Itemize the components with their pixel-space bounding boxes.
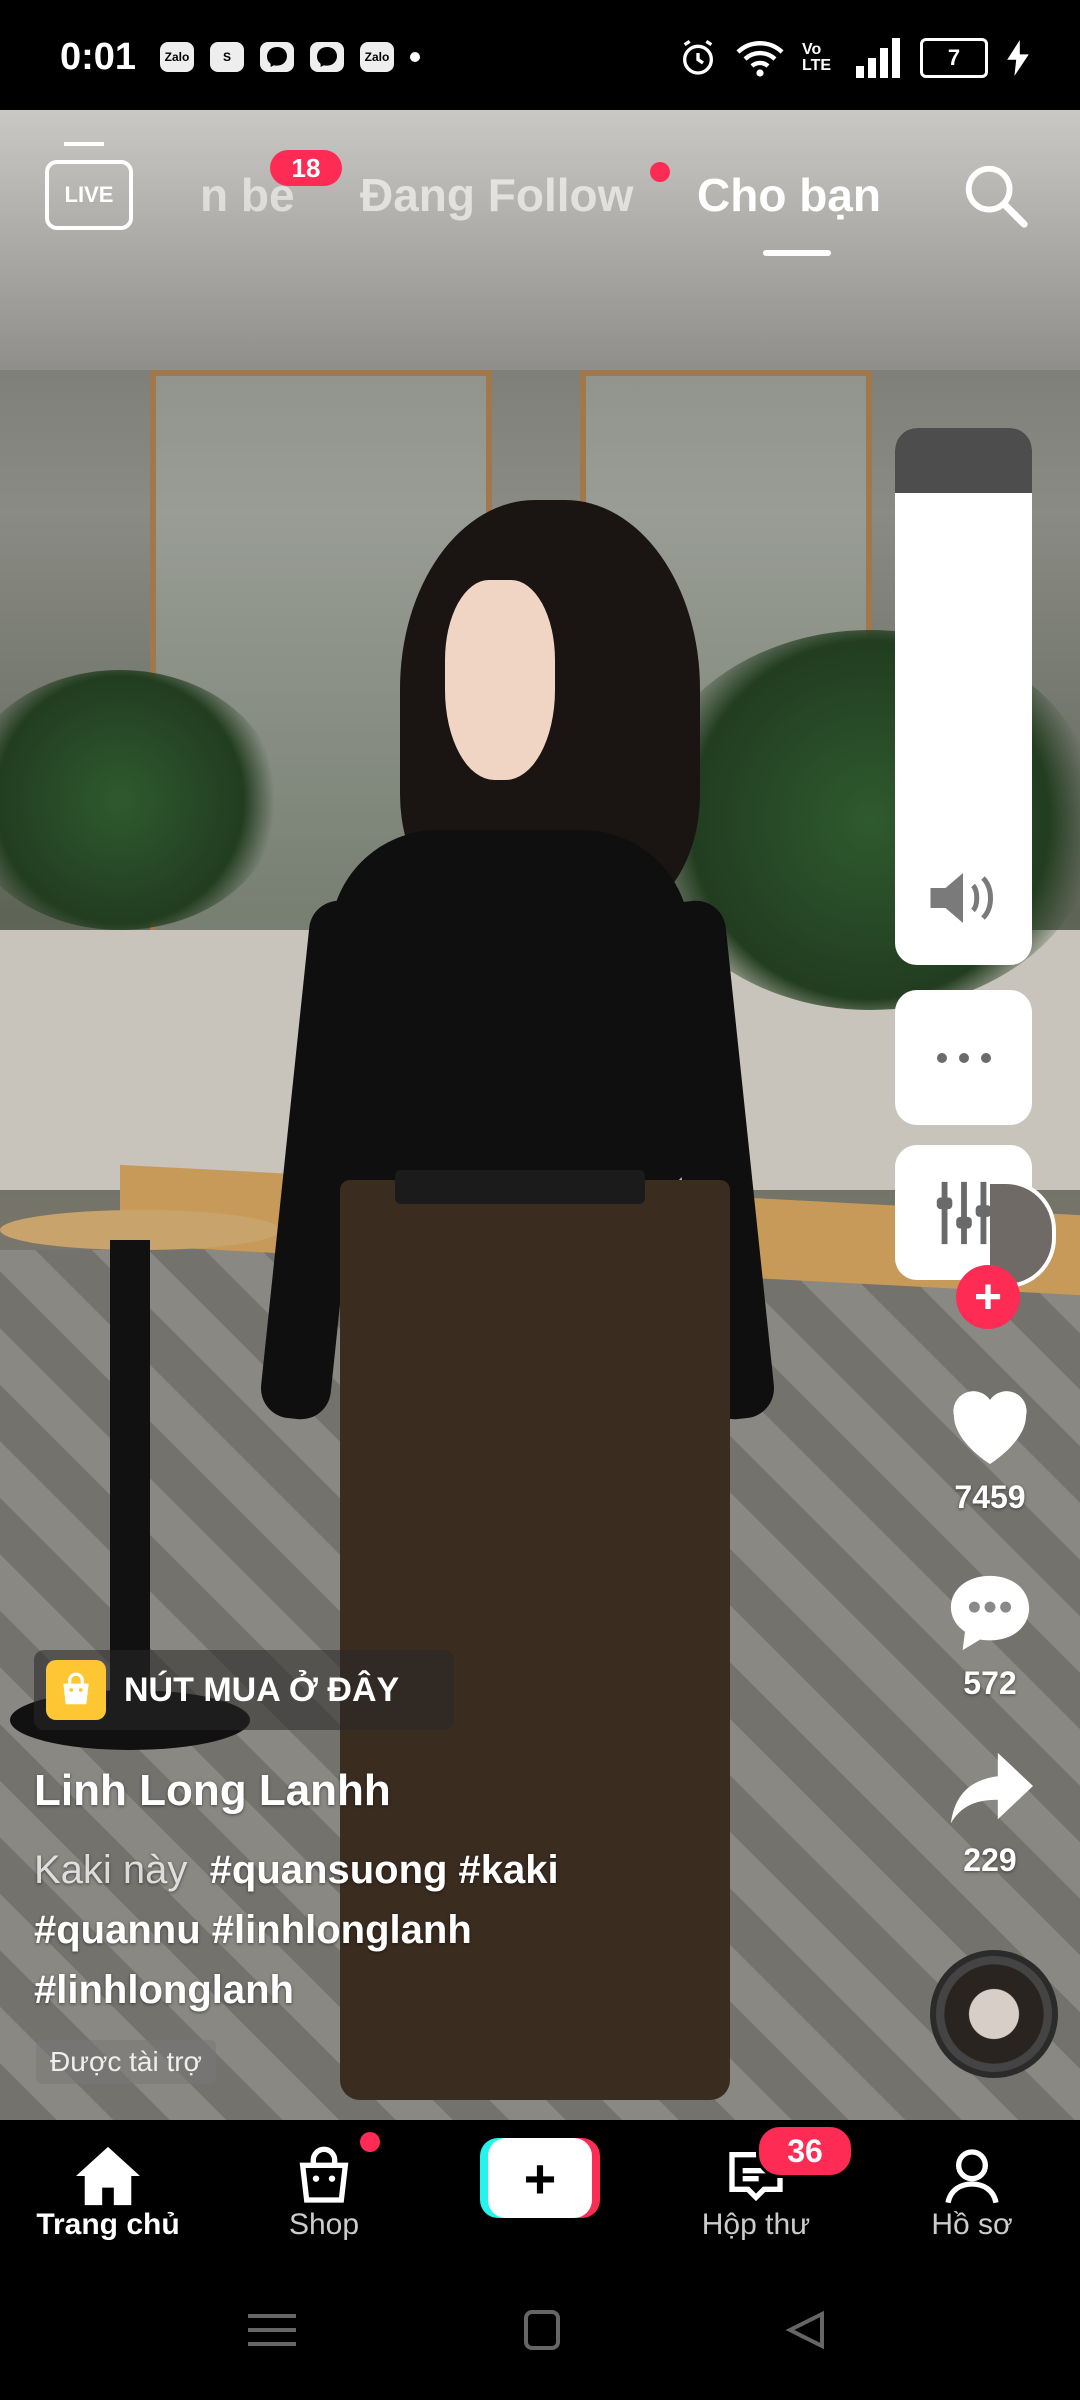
nav-shop[interactable]: Shop: [224, 2140, 424, 2242]
hashtags-line-3[interactable]: #linhlonglanh: [34, 1968, 294, 2012]
messenger-icon: [310, 42, 344, 72]
video-subject: [330, 830, 690, 1190]
volume-icon: [930, 873, 993, 923]
wifi-icon: [736, 41, 784, 77]
alarm-icon: [683, 39, 713, 75]
heart-icon: [953, 1391, 1027, 1464]
status-app-icons: Zalo S Zalo: [160, 42, 420, 72]
sponsored-label: Được tài trợ: [36, 2040, 216, 2084]
nav-profile-label: Hồ sơ: [931, 2208, 1013, 2241]
like-count: 7459: [954, 1479, 1026, 1515]
video-subject: [395, 1170, 645, 1204]
top-nav: LIVE n bè 18 Đang Follow Cho bạn: [0, 142, 1080, 260]
following-dot: [650, 162, 670, 182]
tab-for-you[interactable]: Cho bạn: [697, 168, 881, 222]
signal-icon: [856, 38, 900, 78]
share-count: 229: [963, 1842, 1017, 1878]
inbox-badge: 36: [756, 2124, 854, 2178]
comment-action[interactable]: 572: [930, 1568, 1050, 1702]
more-icon: [936, 1052, 991, 1063]
home-icon: [76, 2146, 140, 2206]
nav-inbox-label: Hộp thư: [701, 2208, 811, 2241]
post-caption[interactable]: Kaki này #quansuong #kaki #quannu #linhl…: [34, 1840, 654, 2020]
nav-shop-label: Shop: [288, 2208, 360, 2241]
system-nav-bar: [0, 2260, 1080, 2400]
charging-icon: [1007, 40, 1029, 76]
shopee-icon: S: [210, 42, 244, 72]
status-bar: 0:01 Zalo S Zalo Vo LTE 7: [0, 0, 1080, 110]
plus-icon: +: [488, 2138, 592, 2218]
tab-following[interactable]: Đang Follow: [360, 168, 633, 222]
recent-apps-icon[interactable]: [242, 2310, 302, 2350]
battery-indicator: 7: [920, 38, 988, 78]
shop-button-label: NÚT MUA Ở ĐÂY: [124, 1670, 400, 1709]
status-time: 0:01: [60, 36, 137, 78]
music-disc[interactable]: [930, 1950, 1058, 2078]
share-icon: [950, 1752, 1033, 1824]
zalo-icon: Zalo: [160, 42, 194, 72]
author-name[interactable]: Linh Long Lanhh: [34, 1766, 391, 1816]
messenger-icon: [260, 42, 294, 72]
create-button[interactable]: +: [480, 2138, 600, 2218]
live-label: LIVE: [64, 182, 114, 207]
nav-home[interactable]: Trang chủ: [8, 2140, 208, 2242]
shopping-bag-icon: [46, 1660, 106, 1720]
search-icon[interactable]: [960, 160, 1030, 230]
nav-profile[interactable]: Hồ sơ: [872, 2140, 1072, 2242]
nav-home-label: Trang chủ: [36, 2208, 180, 2241]
active-tab-indicator: [763, 250, 831, 256]
friends-badge: 18: [270, 150, 342, 186]
home-system-icon[interactable]: [512, 2310, 572, 2350]
hashtags-line-1[interactable]: #quansuong #kaki: [210, 1848, 559, 1892]
network-label: Vo LTE: [802, 41, 832, 74]
follow-plus-button[interactable]: +: [956, 1265, 1020, 1329]
bottom-nav: Trang chủ Shop + Hộp thư 36 Hồ sơ: [0, 2120, 1080, 2260]
volume-track-top: [895, 428, 1032, 493]
video-background: [110, 1240, 150, 1700]
more-notifications-dot: [410, 52, 420, 62]
profile-icon: [945, 2149, 999, 2204]
shop-bag-icon: [299, 2146, 349, 2203]
shop-button[interactable]: NÚT MUA Ở ĐÂY: [34, 1650, 454, 1730]
comment-count: 572: [963, 1665, 1017, 1701]
shop-notification-dot: [360, 2132, 380, 2152]
volume-slider[interactable]: [895, 428, 1032, 965]
caption-text: Kaki này: [34, 1848, 188, 1892]
share-action[interactable]: 229: [930, 1745, 1050, 1879]
like-action[interactable]: 7459: [930, 1380, 1050, 1516]
tiktok-screen: 0:01 Zalo S Zalo Vo LTE 7 LIVE n bè 18 Đ…: [0, 0, 1080, 2400]
back-icon[interactable]: [778, 2310, 838, 2350]
zalo-icon: Zalo: [360, 42, 394, 72]
comment-icon: [950, 1575, 1030, 1651]
more-options-button[interactable]: [895, 990, 1032, 1125]
live-button[interactable]: LIVE: [45, 160, 133, 230]
video-subject: [445, 580, 555, 780]
status-right: Vo LTE 7: [678, 38, 1030, 78]
hashtags-line-2[interactable]: #quannu #linhlonglanh: [34, 1908, 472, 1952]
sliders-icon: [936, 1181, 991, 1244]
